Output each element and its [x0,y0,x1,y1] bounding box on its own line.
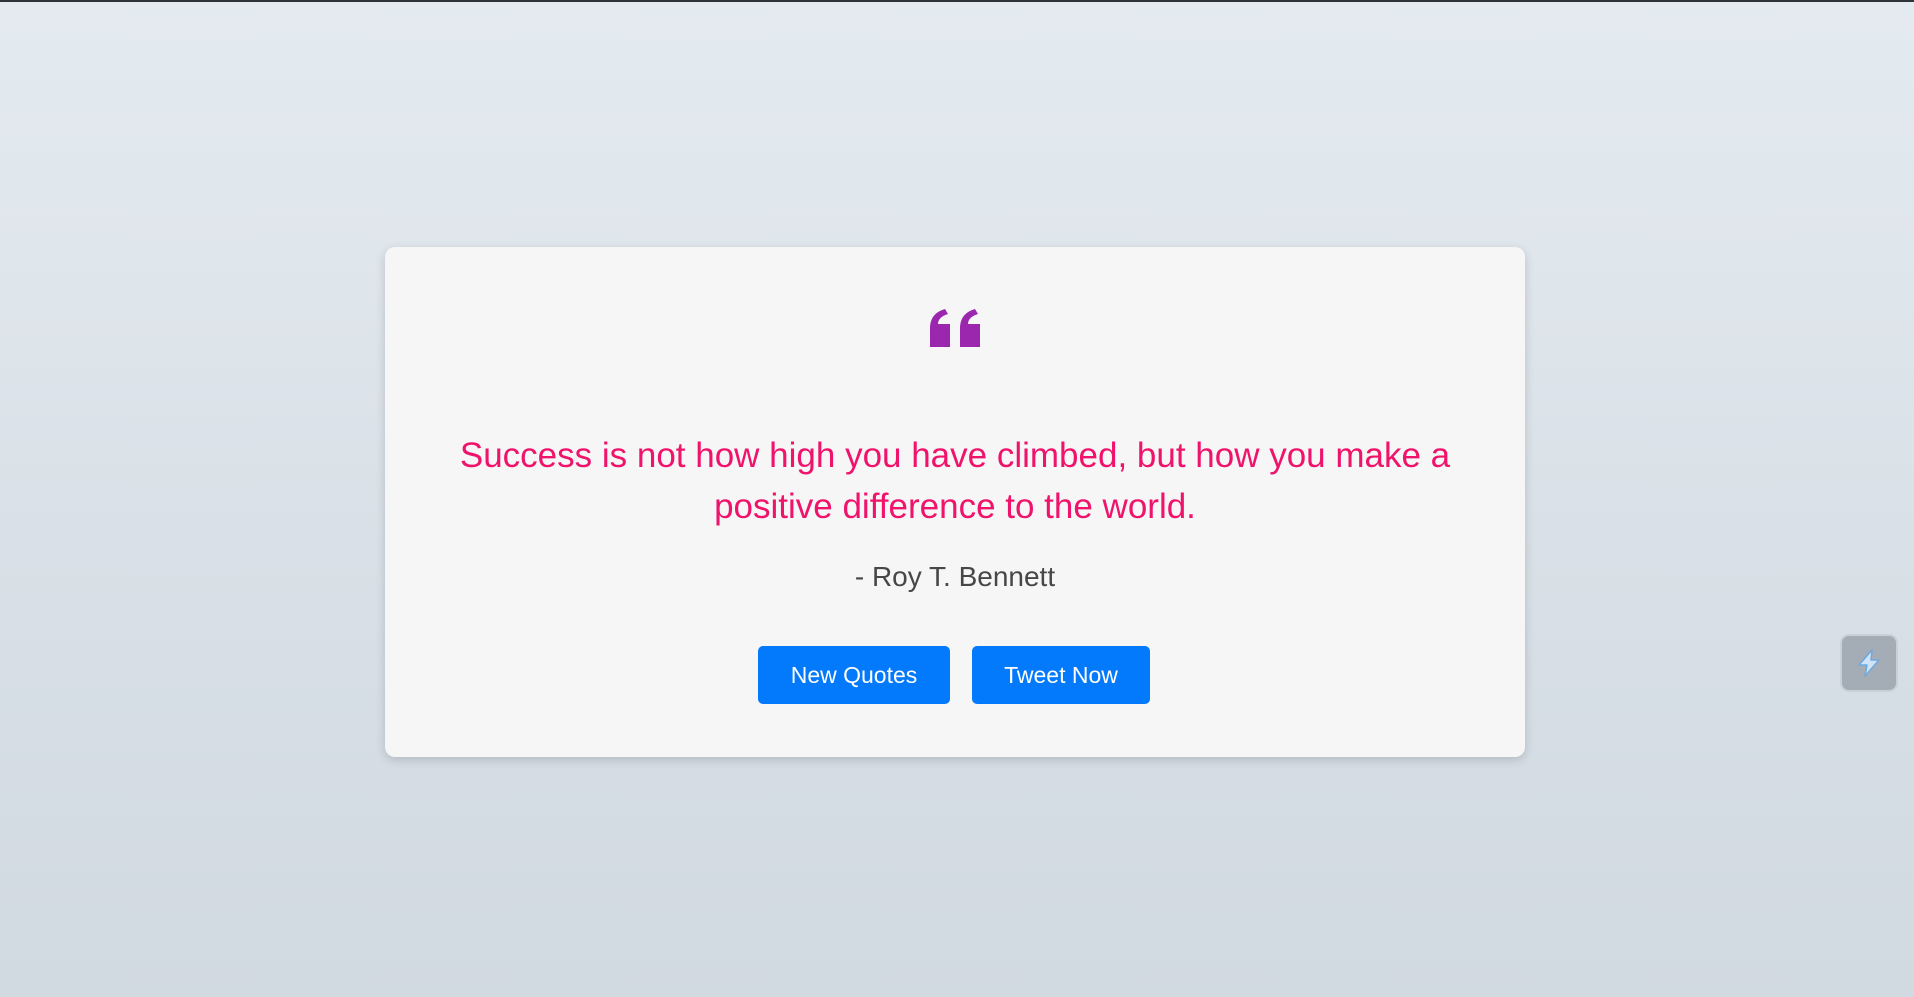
quote-card: Success is not how high you have climbed… [385,247,1525,757]
button-row: New Quotes Tweet Now [385,646,1525,704]
extension-icon [1858,649,1880,677]
quote-left-icon [930,309,980,347]
quote-author: - Roy T. Bennett [854,561,1056,592]
new-quote-button[interactable]: New Quotes [758,646,950,704]
tweet-button[interactable]: Tweet Now [972,646,1150,704]
top-border [0,0,1914,2]
extension-widget[interactable] [1840,634,1898,692]
quote-text: Success is not how high you have climbed… [459,436,1451,526]
